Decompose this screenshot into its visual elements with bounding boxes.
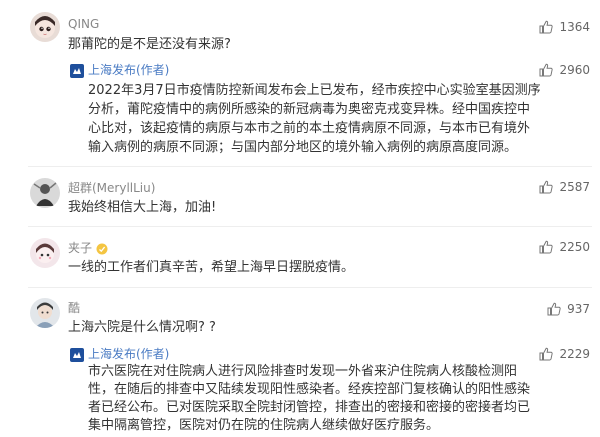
comment-username[interactable]: 夹子 (68, 240, 108, 256)
comment-text: 一线的工作者们真辛苦，希望上海早日摆脱疫情。 (68, 260, 355, 275)
like-button[interactable]: 1364 (539, 20, 590, 34)
reply-username[interactable]: 上海发布(作者) (88, 346, 169, 362)
shanghai-fabu-logo-icon (70, 347, 84, 362)
like-count: 2229 (559, 347, 590, 361)
like-count: 2960 (559, 63, 590, 77)
reply-text-line: 心比对，该起疫情的病原与本市之前的本土疫情病原不同源，与本市已有境外 (88, 121, 531, 136)
fan-badge-icon (96, 243, 108, 254)
like-button[interactable]: 2587 (539, 180, 590, 194)
like-button[interactable]: 2250 (539, 240, 590, 254)
reply-text-line: 集中隔离管控，医院对仍在院的住院病人继续做好医疗服务。 (88, 418, 440, 433)
thumbs-up-icon (539, 180, 554, 194)
thumbs-up-icon (539, 240, 554, 254)
reply-text-line: 性，在随后的排查中又陆续发现阳性感染者。经疾控部门复核确认的阳性感染 (88, 382, 531, 397)
like-button[interactable]: 2229 (539, 347, 590, 361)
divider (28, 226, 592, 227)
comment-text: 那莆陀的是不是还没有来源? (68, 37, 231, 52)
comment-username[interactable]: QING (68, 16, 99, 32)
reply-text-line: 2022年3月7日市疫情防控新闻发布会上已发布，经市疾控中心实验室基因测序 (88, 83, 541, 98)
thumbs-up-icon (539, 347, 554, 361)
reply-text-line: 分析，莆陀疫情中的病例所感染的新冠病毒为奥密克戎变异株。经中国疾控中 (88, 102, 531, 117)
avatar[interactable] (30, 238, 60, 268)
thumbs-up-icon (547, 302, 561, 316)
like-button[interactable]: 2960 (539, 63, 590, 77)
reply-text-line: 输入病例的病原不同源；与国内部分地区的境外输入病例的病原高度同源。 (88, 140, 518, 155)
reply-text-line: 者已经公布。已对医院采取全院封闭管控，排查出的密接和密接的密接者均已 (88, 400, 531, 415)
reply-username[interactable]: 上海发布(作者) (88, 62, 169, 78)
like-button[interactable]: 937 (547, 302, 590, 316)
like-count: 1364 (559, 20, 590, 34)
comment-username[interactable]: 酷 (68, 300, 80, 316)
comment-text: 上海六院是什么情况啊? ? (68, 320, 216, 335)
divider (28, 166, 592, 167)
avatar[interactable] (30, 12, 60, 42)
reply-text-line: 市六医院在对住院病人进行风险排查时发现一外省来沪住院病人核酸检测阳 (88, 364, 518, 379)
comment-text: 我始终相信大上海，加油! (68, 200, 217, 215)
thumbs-up-icon (539, 63, 554, 77)
like-count: 2587 (559, 180, 590, 194)
avatar[interactable] (30, 298, 60, 328)
thumbs-up-icon (539, 20, 554, 34)
like-count: 2250 (559, 240, 590, 254)
divider (28, 287, 592, 288)
like-count: 937 (567, 302, 590, 316)
avatar[interactable] (30, 178, 60, 208)
shanghai-fabu-logo-icon (70, 63, 84, 78)
comment-username[interactable]: 超群(MeryllLiu) (68, 180, 155, 196)
